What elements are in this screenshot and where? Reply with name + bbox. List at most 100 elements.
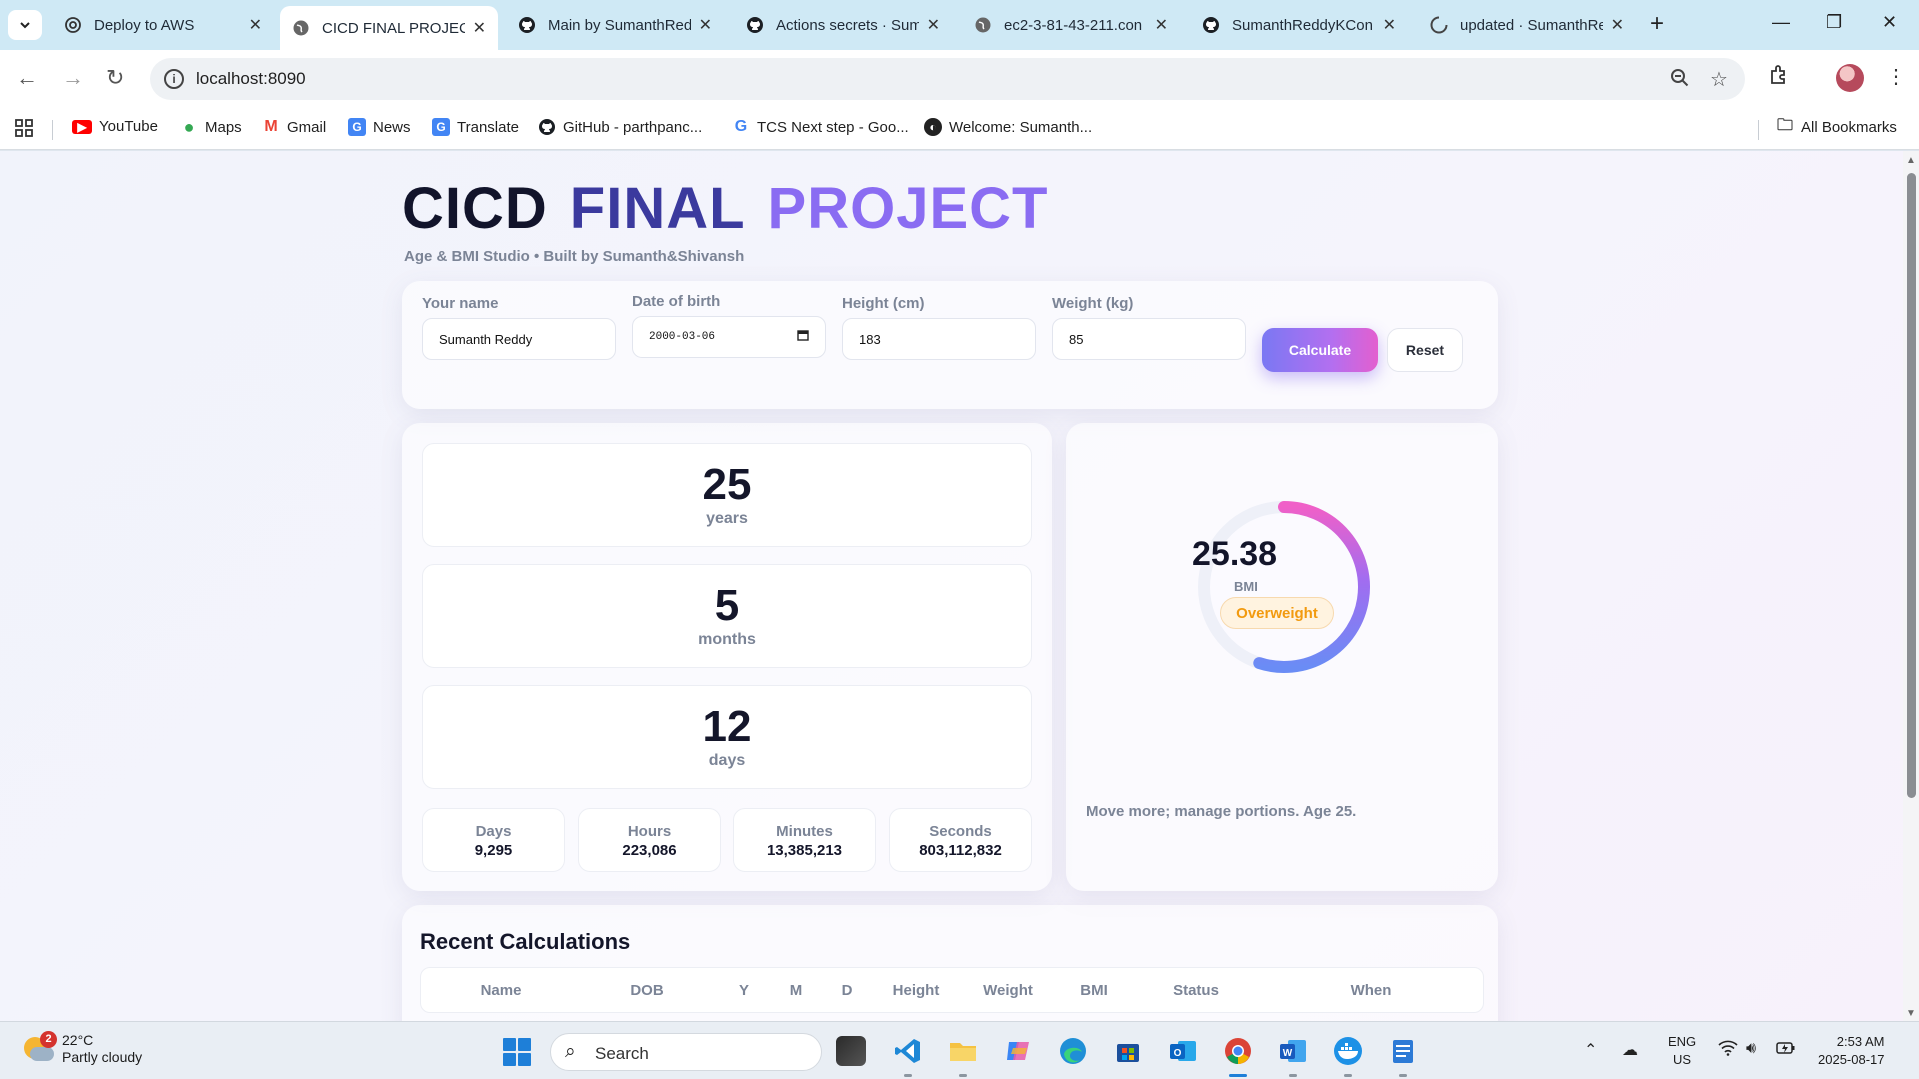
tab-search-button[interactable] [8, 10, 42, 40]
tab-main-by-sumanth[interactable]: Main by SumanthRed ✕ [506, 6, 724, 44]
forward-icon[interactable]: → [62, 65, 84, 91]
close-icon[interactable]: ✕ [1383, 15, 1396, 35]
bookmark-news[interactable]: G News [348, 118, 411, 136]
bmi-advice: Move more; manage portions. Age 25. [1086, 803, 1357, 820]
total-hours-label: Hours [627, 823, 672, 840]
github-icon [747, 17, 763, 33]
tab-ec2[interactable]: ec2-3-81-43-211.con ✕ [962, 6, 1180, 44]
github-icon [539, 119, 555, 135]
edge-icon[interactable] [1058, 1036, 1088, 1066]
system-clock[interactable]: 2:53 AM 2025-08-17 [1818, 1033, 1885, 1069]
scroll-down-icon[interactable]: ▼ [1906, 1008, 1916, 1019]
site-info-icon[interactable]: i [164, 69, 184, 89]
weight-input[interactable]: 85 [1052, 318, 1246, 360]
bookmark-github[interactable]: GitHub - parthpanc... [538, 118, 702, 136]
close-icon[interactable]: ✕ [699, 15, 712, 35]
reload-icon[interactable]: ↻ [106, 65, 124, 91]
tab-updated[interactable]: updated · SumanthRe ✕ [1418, 6, 1636, 44]
task-view-icon[interactable] [836, 1036, 866, 1066]
weather-desc: Partly cloudy [62, 1049, 143, 1065]
language-indicator[interactable]: ENG US [1668, 1033, 1696, 1069]
outlook-icon[interactable]: O [1168, 1036, 1198, 1066]
weather-widget[interactable]: 2 22°C Partly cloudy [22, 1031, 143, 1066]
word-icon[interactable]: W [1278, 1036, 1308, 1077]
scrollbar-thumb[interactable] [1907, 173, 1916, 798]
copilot-icon[interactable] [1003, 1036, 1033, 1066]
close-icon[interactable]: ✕ [1155, 15, 1168, 35]
tab-strip: Deploy to AWS ✕ CICD FINAL PROJECT ✕ Mai… [0, 0, 1919, 50]
notepad-icon[interactable] [1388, 1036, 1418, 1077]
wifi-icon[interactable] [1718, 1040, 1738, 1061]
bookmark-gmail[interactable]: M Gmail [262, 118, 326, 136]
volume-icon[interactable]: 🔊︎ [1746, 1040, 1756, 1058]
address-bar[interactable]: i localhost:8090 ☆ [150, 58, 1745, 100]
clock-time: 2:53 AM [1836, 1034, 1885, 1049]
months-box: 5 months [422, 564, 1032, 668]
extensions-icon[interactable] [1768, 64, 1790, 92]
github-icon [519, 17, 535, 33]
weather-partly-cloudy-icon: 2 [22, 1031, 57, 1063]
clock-date: 2025-08-17 [1818, 1052, 1885, 1067]
bmi-card: 25.38 BMI Overweight Move more; manage p… [1066, 423, 1498, 891]
bookmark-tcs[interactable]: G TCS Next step - Goo... [732, 118, 909, 136]
dob-input[interactable]: 2000-03-06 [632, 316, 826, 358]
calculate-button[interactable]: Calculate [1262, 328, 1378, 372]
tab-cicd-final-project[interactable]: CICD FINAL PROJECT ✕ [280, 6, 498, 50]
column-header-height: Height [892, 982, 940, 999]
bmi-value: 25.38 [1192, 535, 1278, 573]
bookmarks-bar: ▶ YouTube ● Maps M Gmail G News G Transl… [0, 108, 1919, 150]
menu-kebab-icon[interactable]: ⋮ [1886, 64, 1906, 89]
column-header-name: Name [480, 982, 522, 999]
bookmark-star-icon[interactable]: ☆ [1710, 67, 1728, 92]
tab-sumanth-reddy-k[interactable]: SumanthReddyKCon ✕ [1190, 6, 1408, 44]
zoom-icon[interactable] [1670, 67, 1690, 95]
months-label: months [698, 631, 756, 648]
name-input[interactable]: Sumanth Reddy [422, 318, 616, 360]
reset-button[interactable]: Reset [1387, 328, 1463, 372]
bookmark-label: GitHub - parthpanc... [563, 118, 703, 136]
back-icon[interactable]: ← [16, 65, 38, 91]
tab-actions-secrets[interactable]: Actions secrets · Sum ✕ [734, 6, 952, 44]
bookmark-translate[interactable]: G Translate [432, 118, 519, 136]
new-tab-button[interactable]: + [1650, 12, 1664, 36]
chrome-icon[interactable] [1223, 1036, 1253, 1077]
github-icon [1203, 17, 1219, 33]
close-icon[interactable]: ✕ [927, 15, 940, 35]
profile-avatar[interactable] [1836, 64, 1864, 92]
folder-icon: 🗀 [1776, 116, 1793, 134]
total-hours-box: Hours 223,086 [578, 808, 721, 872]
tab-deploy-to-aws[interactable]: Deploy to AWS ✕ [52, 6, 274, 44]
file-explorer-icon[interactable] [948, 1036, 978, 1077]
bookmark-welcome[interactable]: ◐ Welcome: Sumanth... [924, 118, 1092, 136]
total-minutes-box: Minutes 13,385,213 [733, 808, 876, 872]
total-hours-value: 223,086 [622, 842, 677, 859]
calendar-icon[interactable] [797, 329, 809, 345]
page-scrollbar[interactable]: ▲ ▼ [1903, 151, 1919, 1021]
bookmark-maps[interactable]: ● Maps [180, 117, 242, 137]
close-icon[interactable]: ✕ [1611, 15, 1624, 35]
dob-label: Date of birth [632, 293, 721, 310]
minimize-icon[interactable]: — [1772, 12, 1790, 33]
battery-icon[interactable] [1776, 1040, 1796, 1061]
close-icon[interactable]: ✕ [473, 18, 486, 38]
taskbar-search[interactable]: ⌕ Search [550, 1033, 822, 1071]
windows-start-icon[interactable] [503, 1038, 531, 1066]
store-icon[interactable] [1113, 1036, 1143, 1066]
height-input[interactable]: 183 [842, 318, 1036, 360]
vscode-icon[interactable] [893, 1036, 923, 1077]
column-header-dob: DOB [630, 982, 664, 999]
tray-overflow-chevron-icon[interactable]: ⌃ [1584, 1040, 1597, 1060]
all-bookmarks[interactable]: 🗀 All Bookmarks [1776, 116, 1897, 136]
close-icon[interactable]: ✕ [249, 15, 262, 35]
docker-icon[interactable] [1333, 1036, 1363, 1077]
input-form-card: Your name Sumanth Reddy Date of birth 20… [402, 281, 1498, 409]
onedrive-cloud-icon[interactable]: ☁ [1622, 1040, 1638, 1060]
bookmark-label: Translate [457, 118, 519, 136]
scroll-up-icon[interactable]: ▲ [1906, 155, 1916, 166]
apps-grid-icon[interactable] [14, 118, 34, 138]
bookmark-youtube[interactable]: ▶ YouTube [72, 118, 158, 135]
restore-icon[interactable]: ❐ [1826, 12, 1842, 33]
close-window-icon[interactable]: ✕ [1882, 12, 1897, 33]
windows-taskbar: 2 22°C Partly cloudy ⌕ Search O W ⌃ ☁ EN… [0, 1021, 1919, 1079]
total-seconds-value: 803,112,832 [919, 842, 1002, 859]
